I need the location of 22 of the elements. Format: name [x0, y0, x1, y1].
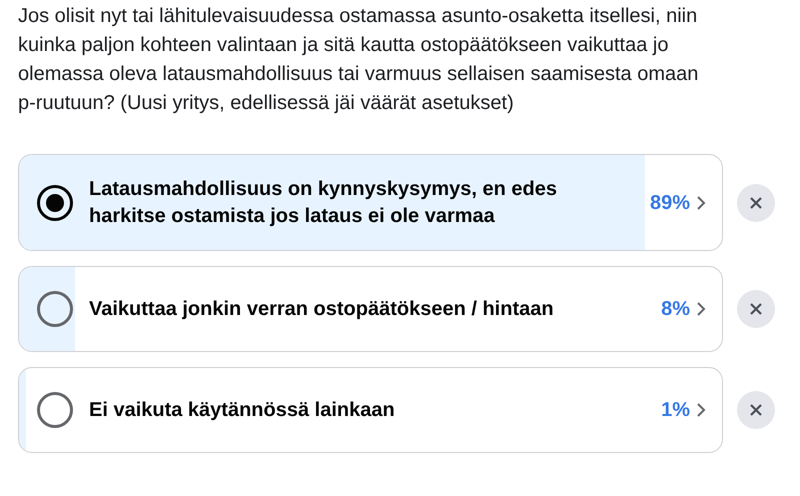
- poll-option[interactable]: Ei vaikuta käytännössä lainkaan 1%: [18, 367, 723, 453]
- radio-button[interactable]: [37, 184, 73, 220]
- remove-option-button[interactable]: [737, 290, 775, 328]
- poll-option[interactable]: Vaikuttaa jonkin verran ostopäätökseen / hintaan 8%: [18, 266, 723, 352]
- option-label: Vaikuttaa jonkin verran ostopäätökseen / hintaan: [89, 296, 555, 322]
- remove-option-button[interactable]: [737, 184, 775, 222]
- vote-percent[interactable]: 89%: [650, 188, 690, 218]
- chevron-right-icon[interactable]: [696, 301, 706, 317]
- vote-percent[interactable]: 8%: [661, 294, 690, 324]
- poll-question: Jos olisit nyt tai lähitulevaisuudessa ostamassa asunto-osaketta itsellesi, niin kuinka paljon kohteen valintaan ja sitä kautta ostopäätökseen vaikuttaa jo olemassa oleva latausmahdollisuus tai varmuus sellaisen saamisesta omaan p-ruutuun? (Uusi yritys, edellisessä jäi väärät asetukset): [18, 4, 700, 116]
- chevron-right-icon[interactable]: [696, 402, 706, 418]
- remove-option-button[interactable]: [737, 391, 775, 429]
- close-icon: [748, 194, 764, 210]
- radio-button[interactable]: [37, 392, 73, 428]
- option-label: Latausmahdollisuus on kynnyskysymys, en edes harkitse ostamista jos lataus ei ole varmaa: [89, 176, 558, 228]
- poll-option[interactable]: Latausmahdollisuus on kynnyskysymys, en edes harkitse ostamista jos lataus ei ole varmaa 89%: [18, 154, 723, 251]
- close-icon: [748, 402, 764, 418]
- chevron-right-icon[interactable]: [696, 194, 706, 210]
- radio-button[interactable]: [37, 291, 73, 327]
- option-label: Ei vaikuta käytännössä lainkaan: [89, 398, 396, 422]
- vote-percent[interactable]: 1%: [661, 395, 690, 425]
- close-icon: [748, 301, 764, 317]
